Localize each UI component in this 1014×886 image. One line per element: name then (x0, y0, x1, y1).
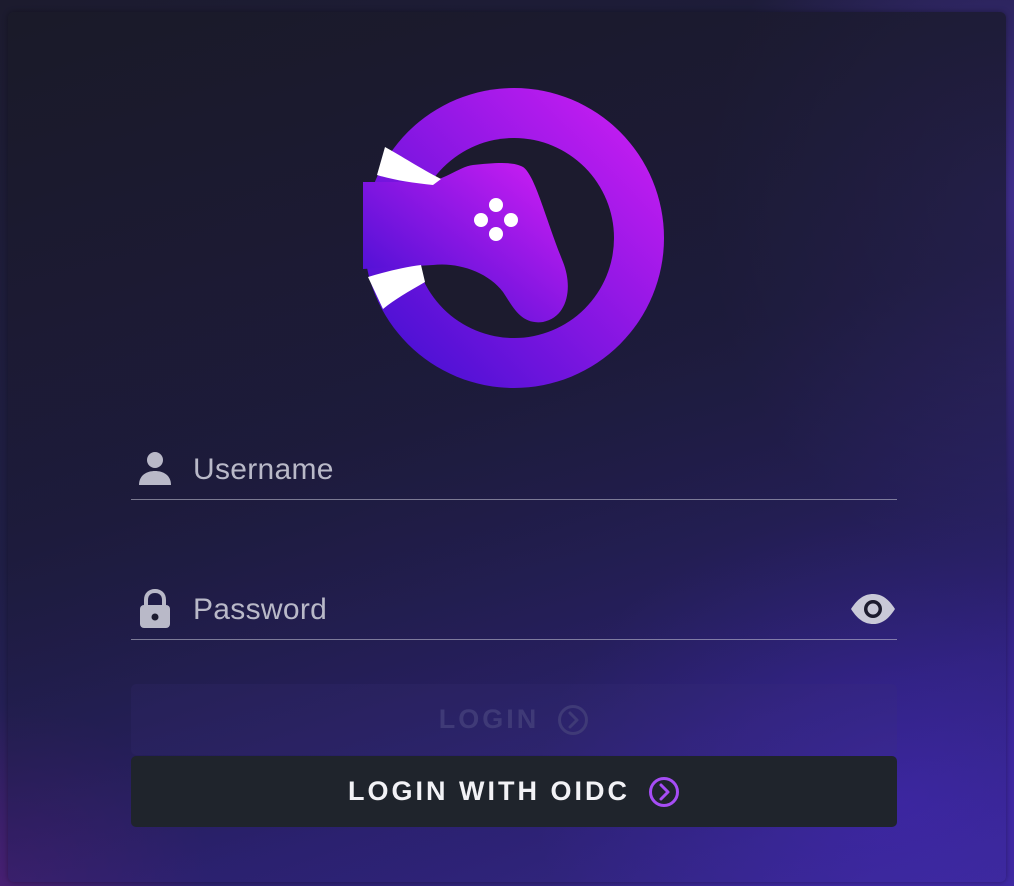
chevron-right-circle-icon (558, 704, 589, 735)
chevron-right-circle-icon (648, 776, 679, 807)
password-field (131, 579, 897, 640)
login-oidc-button[interactable]: LOGIN WITH OIDC (131, 756, 897, 827)
person-icon (139, 452, 171, 485)
app-logo (363, 88, 664, 388)
eye-icon[interactable] (849, 589, 897, 629)
login-button-label: LOGIN (438, 704, 540, 734)
login-button[interactable]: LOGIN (131, 684, 897, 755)
oidc-button-label: LOGIN WITH OIDC (348, 776, 630, 806)
username-field (131, 439, 897, 500)
password-input[interactable] (191, 587, 835, 633)
lock-icon (140, 589, 170, 628)
username-input[interactable] (191, 447, 835, 493)
login-card: LOGIN LOGIN WITH OIDC (8, 12, 1006, 882)
